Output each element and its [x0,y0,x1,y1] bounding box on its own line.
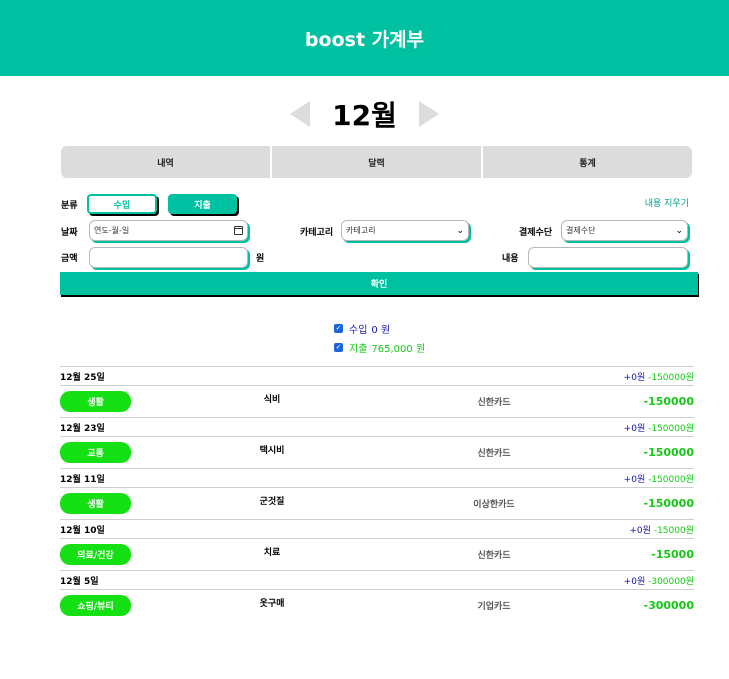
item-name: 치료 [263,548,281,558]
item-amount: -15000 [651,548,694,561]
chevron-down-icon: ⌄ [456,225,464,236]
category-badge: 쇼핑/뷰티 [60,595,131,616]
category-select-placeholder: 카테고리 [346,226,376,235]
payment-label: 결제수단 [519,228,553,238]
day-group-header: 12월 11일 +0원 -150000원 [60,468,694,488]
item-amount: -300000 [643,599,695,612]
item-name: 식비 [263,395,281,405]
chevron-down-icon: ⌄ [675,225,683,236]
item-card: 기업카드 [477,602,511,612]
category-badge: 의료/건강 [60,544,131,565]
day-group-header: 12월 10일 +0원 -15000원 [60,519,694,539]
tab-calendar[interactable]: 달력 [270,146,481,178]
group-summary: +0원 -150000원 [624,370,694,383]
category-field-label: 카테고리 [300,228,334,238]
group-expense: -150000원 [648,423,694,434]
category-type-label: 분류 [61,201,78,211]
amount-input[interactable] [89,247,248,268]
date-label: 날짜 [61,228,78,238]
clear-form-link[interactable]: 내용 지우기 [645,196,689,209]
view-tabs: 내역 달력 통계 [61,146,692,178]
list-item[interactable]: 생활 식비 신한카드 -150000 [60,386,694,417]
group-income: +0원 [623,423,646,434]
item-card: 신한카드 [477,398,511,408]
day-group-header: 12월 25일 +0원 -150000원 [60,366,694,386]
list-item[interactable]: 생활 군것질 이상한카드 -150000 [60,488,694,519]
amount-label: 금액 [61,254,78,264]
item-name: 택시비 [259,446,285,456]
expense-button[interactable]: 지출 [168,194,237,214]
app-header: boost 가계부 [0,0,729,76]
category-badge: 교통 [60,442,131,463]
confirm-button[interactable]: 확인 [60,272,698,295]
date-input[interactable]: 연도-월-일 [89,220,248,241]
group-summary: +0원 -15000원 [629,523,694,536]
list-item[interactable]: 쇼핑/뷰티 옷구매 기업카드 -300000 [60,590,694,621]
group-summary: +0원 -300000원 [624,574,694,587]
group-income: +0원 [623,372,646,383]
group-expense: -150000원 [648,372,694,383]
category-badge: 생활 [60,391,131,412]
calendar-icon[interactable] [234,226,243,235]
list-item[interactable]: 교통 택시비 신한카드 -150000 [60,437,694,468]
content-input[interactable] [528,247,688,268]
group-date: 12월 25일 [60,372,105,383]
tab-history[interactable]: 내역 [61,146,270,178]
item-name: 옷구매 [259,599,285,609]
item-amount: -150000 [643,497,695,510]
month-label: 12월 [332,99,397,132]
payment-select[interactable]: 결제수단 ⌄ [561,220,688,241]
group-expense: -15000원 [653,525,694,536]
category-select[interactable]: 카테고리 ⌄ [341,220,469,241]
list-item[interactable]: 의료/건강 치료 신한카드 -15000 [60,539,694,570]
expense-filter-label: 지출 [349,344,368,355]
group-date: 12월 5일 [60,576,99,587]
expense-filter-amount: 765,000 원 [371,344,426,355]
item-card: 신한카드 [477,551,511,561]
month-navigator: 12월 [0,94,729,134]
group-income: +0원 [629,525,651,536]
amount-unit: 원 [256,254,265,264]
group-date: 12월 10일 [60,525,105,536]
group-income: +0원 [623,576,646,587]
expense-checkbox[interactable]: ✓ [334,343,343,352]
next-month-icon[interactable] [418,101,439,127]
prev-month-icon[interactable] [290,101,311,127]
group-expense: -150000원 [648,474,694,485]
income-checkbox[interactable]: ✓ [334,324,343,333]
content-label: 내용 [502,254,519,264]
item-amount: -150000 [643,395,695,408]
income-filter[interactable]: ✓ 수입 0 원 [334,321,390,336]
income-button[interactable]: 수입 [87,194,157,214]
payment-select-placeholder: 결제수단 [566,226,596,235]
group-date: 12월 23일 [60,423,105,434]
income-filter-amount: 0 원 [371,325,391,336]
day-group-header: 12월 23일 +0원 -150000원 [60,417,694,437]
item-amount: -150000 [643,446,695,459]
day-group-header: 12월 5일 +0원 -300000원 [60,570,694,590]
item-name: 군것질 [259,497,285,507]
group-income: +0원 [623,474,646,485]
app-title: boost 가계부 [304,28,425,51]
item-card: 신한카드 [477,449,511,459]
category-badge: 생활 [60,493,131,514]
expense-filter[interactable]: ✓ 지출 765,000 원 [334,340,425,355]
item-card: 이상한카드 [473,500,515,510]
group-expense: -300000원 [648,576,694,587]
tab-statistics[interactable]: 통계 [481,146,692,178]
group-date: 12월 11일 [60,474,105,485]
group-summary: +0원 -150000원 [624,421,694,434]
income-filter-label: 수입 [349,325,368,336]
group-summary: +0원 -150000원 [624,472,694,485]
date-input-value: 연도-월-일 [94,226,130,235]
